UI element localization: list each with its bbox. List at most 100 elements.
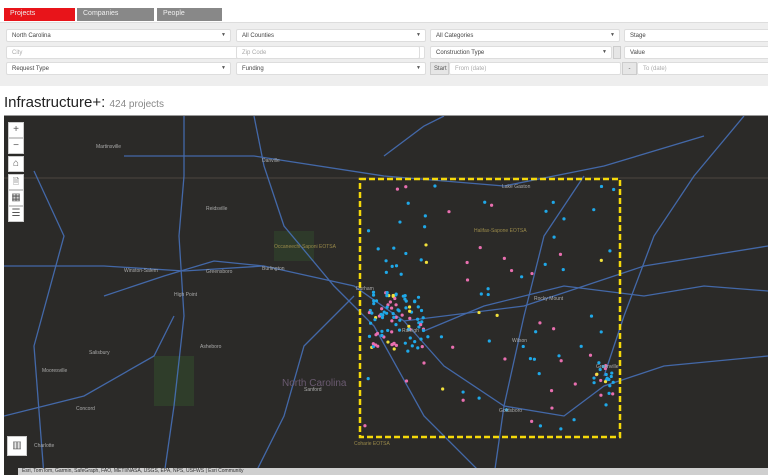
map-canvas[interactable] <box>4 116 768 475</box>
project-marker[interactable] <box>400 313 404 317</box>
project-marker[interactable] <box>398 318 402 322</box>
project-marker[interactable] <box>385 305 389 309</box>
project-marker[interactable] <box>544 209 548 213</box>
project-marker[interactable] <box>451 345 455 349</box>
project-marker[interactable] <box>604 403 608 407</box>
project-marker[interactable] <box>595 372 599 376</box>
project-marker[interactable] <box>608 249 612 253</box>
project-marker[interactable] <box>559 427 563 431</box>
project-marker[interactable] <box>406 201 410 205</box>
project-marker[interactable] <box>461 398 465 402</box>
project-marker[interactable] <box>552 235 556 239</box>
project-marker[interactable] <box>611 380 615 384</box>
project-marker[interactable] <box>380 329 384 333</box>
project-marker[interactable] <box>404 379 409 383</box>
project-marker[interactable] <box>380 333 384 337</box>
project-marker[interactable] <box>603 380 608 384</box>
project-marker[interactable] <box>552 327 556 331</box>
project-marker[interactable] <box>421 316 425 320</box>
project-marker[interactable] <box>390 264 394 268</box>
value-select[interactable]: Value <box>624 46 768 59</box>
project-marker[interactable] <box>572 418 576 422</box>
project-marker[interactable] <box>424 243 428 247</box>
funding-select[interactable]: Funding ▼ <box>236 62 426 75</box>
project-marker[interactable] <box>502 256 506 260</box>
project-marker[interactable] <box>604 372 608 377</box>
project-map[interactable]: Martinsville Danville Reidsville Winston-Sa… <box>4 115 768 475</box>
project-marker[interactable] <box>520 275 524 279</box>
tab-people[interactable]: People <box>157 8 222 21</box>
project-marker[interactable] <box>447 210 451 214</box>
project-marker[interactable] <box>376 247 380 251</box>
project-marker[interactable] <box>489 203 494 207</box>
project-marker[interactable] <box>538 424 543 428</box>
project-marker[interactable] <box>487 339 491 343</box>
project-marker[interactable] <box>416 295 421 299</box>
project-marker[interactable] <box>404 306 408 310</box>
project-marker[interactable] <box>605 376 609 380</box>
project-marker[interactable] <box>416 346 420 350</box>
counties-select[interactable]: All Counties ▼ <box>236 29 426 42</box>
project-marker[interactable] <box>551 200 555 204</box>
project-marker[interactable] <box>599 330 603 334</box>
project-marker[interactable] <box>439 335 444 339</box>
project-marker[interactable] <box>486 287 490 291</box>
project-marker[interactable] <box>386 340 390 344</box>
zip-input[interactable]: Zip Code <box>236 46 420 59</box>
project-marker[interactable] <box>477 396 481 400</box>
project-marker[interactable] <box>588 353 593 357</box>
project-marker[interactable] <box>366 229 371 233</box>
project-marker[interactable] <box>503 357 507 361</box>
project-marker[interactable] <box>392 315 396 319</box>
project-marker[interactable] <box>385 311 389 315</box>
project-marker[interactable] <box>422 361 426 365</box>
zoom-out-button[interactable]: − <box>8 138 24 154</box>
categories-select[interactable]: All Categories ▼ <box>430 29 620 42</box>
project-marker[interactable] <box>410 344 414 348</box>
project-marker[interactable] <box>374 299 379 303</box>
project-marker[interactable] <box>407 305 412 309</box>
project-marker[interactable] <box>495 313 499 317</box>
project-marker[interactable] <box>404 251 408 256</box>
project-marker[interactable] <box>367 334 372 338</box>
project-marker[interactable] <box>486 292 490 297</box>
project-marker[interactable] <box>599 184 604 189</box>
project-marker[interactable] <box>612 187 616 192</box>
project-marker[interactable] <box>543 262 547 266</box>
project-marker[interactable] <box>404 185 408 189</box>
project-marker[interactable] <box>419 258 423 262</box>
project-marker[interactable] <box>403 341 407 345</box>
project-marker[interactable] <box>392 246 396 250</box>
project-marker[interactable] <box>609 374 613 379</box>
to-date-input[interactable]: To (date) <box>637 62 768 75</box>
project-marker[interactable] <box>394 303 398 307</box>
project-marker[interactable] <box>372 299 376 303</box>
project-marker[interactable] <box>573 382 577 386</box>
project-marker[interactable] <box>397 328 402 332</box>
project-marker[interactable] <box>384 259 388 263</box>
construction-type-select[interactable]: Construction Type ▼ <box>430 46 612 59</box>
project-marker[interactable] <box>390 343 394 347</box>
project-marker[interactable] <box>592 208 596 212</box>
project-marker[interactable] <box>521 344 525 349</box>
project-marker[interactable] <box>366 377 370 381</box>
tab-projects[interactable]: Projects <box>4 8 75 21</box>
project-marker[interactable] <box>579 344 583 348</box>
project-marker[interactable] <box>538 321 542 325</box>
project-marker[interactable] <box>372 302 376 306</box>
project-marker[interactable] <box>368 321 373 325</box>
project-marker[interactable] <box>385 294 389 298</box>
project-marker[interactable] <box>478 245 482 250</box>
project-marker[interactable] <box>363 424 367 428</box>
project-marker[interactable] <box>394 264 399 268</box>
project-marker[interactable] <box>433 184 437 188</box>
chart-icon[interactable]: ▥ <box>7 436 27 456</box>
from-date-input[interactable]: From (date) <box>449 62 621 75</box>
project-marker[interactable] <box>441 387 445 391</box>
request-type-select[interactable]: Request Type ▼ <box>6 62 231 75</box>
project-marker[interactable] <box>561 267 565 272</box>
project-marker[interactable] <box>413 339 417 344</box>
project-marker[interactable] <box>393 296 397 301</box>
project-marker[interactable] <box>607 391 611 395</box>
construction-type-toggle[interactable] <box>613 46 621 59</box>
